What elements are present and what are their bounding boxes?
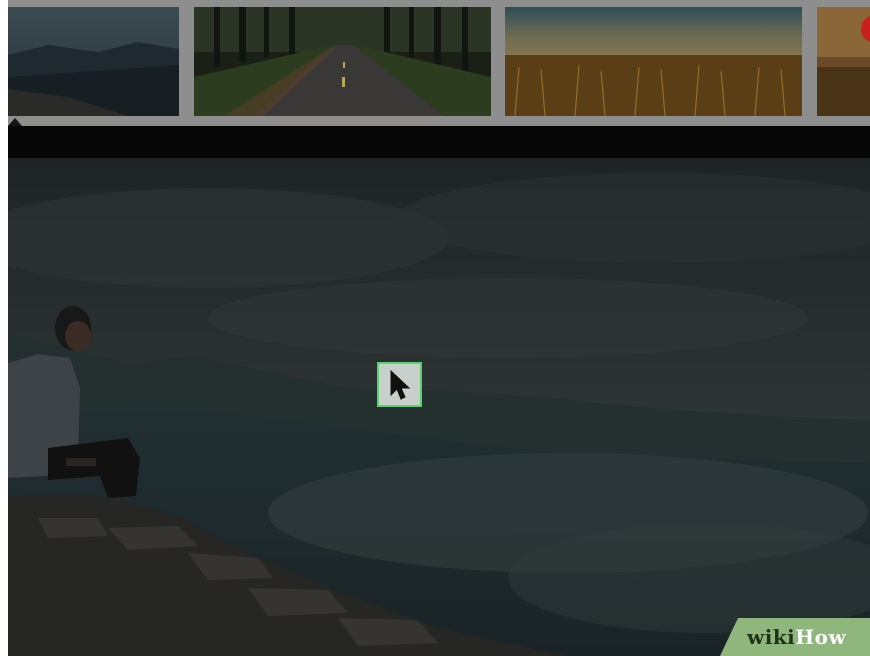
watermark-wiki-text: wiki	[747, 625, 796, 649]
thumbnail-mountain-valley[interactable]	[8, 7, 179, 116]
viewer-divider	[8, 126, 870, 158]
thumbnail-forest-road[interactable]	[194, 7, 491, 116]
wikihow-watermark: wikiHow	[720, 618, 870, 656]
main-image-preview[interactable]	[8, 158, 870, 656]
selected-thumbnail-indicator	[8, 118, 22, 126]
arrow-cursor-icon	[390, 370, 411, 400]
thumbnail-sunset-partial[interactable]	[817, 7, 870, 116]
watermark-how-text: How	[795, 625, 847, 649]
photo-viewer: wikiHow	[0, 0, 870, 656]
thumbnail-wheat-field[interactable]	[505, 7, 802, 116]
thumbnail-strip	[8, 0, 870, 126]
highlighted-cursor	[377, 362, 422, 407]
